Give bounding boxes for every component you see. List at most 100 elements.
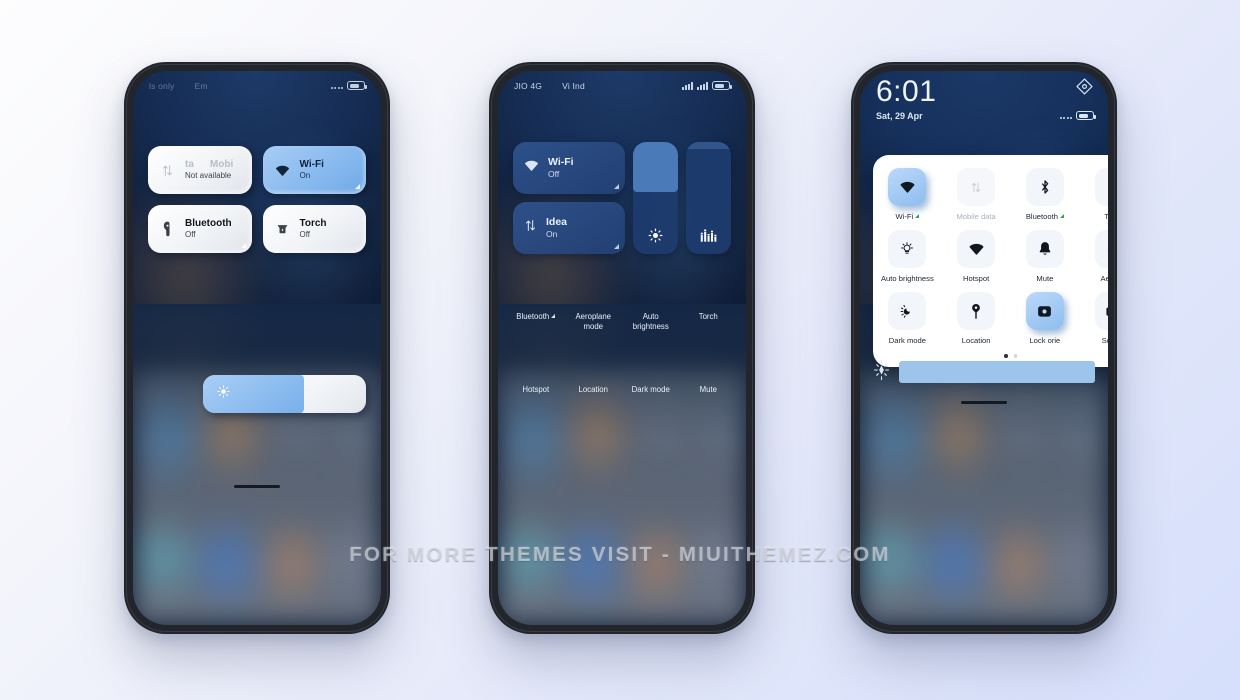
notification-card[interactable] [873,357,1102,387]
tile-wifi-label: Wi-Fi [896,212,920,221]
bell-icon [1025,230,1064,268]
home-indicator [234,485,280,488]
bluetooth-icon [1025,168,1064,206]
battery-icon [347,81,367,90]
phone-3: 6:01 Sat, 29 Apr Wi-Fi Mobile data Bluet… [851,62,1117,634]
home-indicator [961,401,1007,404]
tile-mobile-data-title-a: ta [185,158,194,170]
tile-mobile-data-label: Mobile data [956,212,996,221]
phone-2-screen: JIO 4G Vi Ind 6:02 Sat, 29 Apr [498,71,746,625]
torch-icon [274,222,291,237]
tile-mobile-data[interactable]: ta Mobi Not available [148,146,252,194]
status-carrier-2: Vi Ind [562,80,585,91]
tile-location[interactable]: Location [942,292,1011,345]
lock-orientation-icon [1025,292,1064,330]
tile-torch[interactable]: Torch Off [262,205,366,253]
tile-wifi-subtitle: On [299,171,311,181]
tile-wifi[interactable]: Wi-Fi [873,168,942,221]
tile-bluetooth-title: Bluetooth [185,217,232,229]
tile-wifi-subtitle: Off [548,169,560,180]
tile-screen-recorder[interactable]: Screen [1079,292,1108,345]
hotspot-icon [957,230,996,268]
battery-icon [1076,111,1096,120]
wifi-icon [888,168,927,206]
tile-torch-label: Torch [1104,212,1108,221]
tile-mute[interactable]: Mute [1011,230,1080,283]
tile-row-2: Auto brightness Hotspot Mute Ae [873,230,1108,283]
tile-location-label: Location [578,385,608,394]
tile-torch[interactable]: Torch [1079,168,1108,221]
tile-mobile-data[interactable]: Mobile data [942,168,1011,221]
tile-dark-mode[interactable]: Dark mode [873,292,942,345]
aeroplane-icon [1094,230,1108,268]
location-pin-icon [957,292,996,330]
phone-1: ls only Em 6:01 Saturday, 29 April [124,62,390,634]
auto-brightness-icon [888,230,927,268]
wifi-icon [274,164,291,177]
tile-wifi-title: Wi-Fi [299,158,324,170]
tile-torch-subtitle: Off [299,230,311,240]
tile-dark-mode-label: Dark mode [888,336,926,345]
tile-torch-label: Torch [698,312,718,321]
tile-aeroplane-mode[interactable]: Aeropla [1079,230,1108,283]
signal-dots-icon [1059,112,1072,119]
tile-mobile-data-title: Idea [546,215,568,228]
phone-3-screen: 6:01 Sat, 29 Apr Wi-Fi Mobile data Bluet… [860,71,1108,625]
tile-mobile-data[interactable]: Idea On [513,202,625,254]
tile-wifi-title: Wi-Fi [548,155,574,168]
tile-auto-brightness-label: Auto brightness [880,274,934,283]
tile-hotspot-label: Hotspot [522,385,550,394]
tile-bluetooth-label: Bluetooth [516,312,556,322]
torch-icon [1094,168,1108,206]
expand-wedge-icon [1059,214,1064,218]
expand-corner-icon[interactable] [614,184,619,189]
tile-auto-brightness[interactable]: Auto brightness [873,230,942,283]
brightness-slider[interactable] [633,142,678,254]
diamond-gear-icon[interactable] [1075,78,1094,100]
tile-wifi[interactable]: Wi-Fi On [262,146,366,194]
tile-row-1: Wi-Fi Mobile data Bluetooth T [873,168,1108,221]
tile-hotspot[interactable]: Hotspot [942,230,1011,283]
signal-bars-icon [682,81,693,90]
tile-lock-orientation[interactable]: Lock orie [1011,292,1080,345]
brightness-slider[interactable] [203,374,366,413]
expand-corner-icon[interactable] [355,184,360,189]
tile-lock-orientation-label: Lock orie [1029,336,1061,345]
expand-wedge-icon [551,314,556,318]
tile-bluetooth[interactable]: Bluetooth [1011,168,1080,221]
tile-bluetooth[interactable]: Bluetooth Off [148,205,252,253]
battery-icon [712,81,732,90]
expand-corner-icon[interactable] [614,244,619,249]
tile-wifi[interactable]: Wi-Fi Off [513,142,625,194]
status-carrier-1: ls only [149,80,175,91]
dark-mode-icon [888,292,927,330]
quick-settings-panel: Wi-Fi Mobile data Bluetooth T Auto brigh… [873,155,1108,367]
notification-placeholder-bar [899,361,1095,383]
data-arrows-icon [957,168,996,206]
tile-bluetooth-subtitle: Off [185,230,196,240]
phone-1-screen: ls only Em 6:01 Saturday, 29 April [133,71,381,625]
tile-mobile-data-title-b: Mobi [209,158,234,170]
expand-corner-icon[interactable] [240,243,246,248]
tile-aeroplane-mode-label: Aeropla [1100,274,1108,283]
status-bar: ls only Em [133,71,381,93]
scene: ls only Em 6:01 Saturday, 29 April [0,0,1240,700]
tile-location-label: Location [961,336,991,345]
signal-dots-icon [330,82,343,89]
brightness-star-icon [873,359,890,386]
tile-mute-label: Mute [699,385,717,394]
tile-hotspot-label: Hotspot [963,274,990,283]
tile-aeroplane-mode-label: Aeroplane mode [575,312,612,331]
status-carrier-2: Em [194,80,208,91]
sun-icon [217,384,230,403]
tile-auto-brightness-label: Auto brightness [632,312,669,331]
volume-slider[interactable] [686,142,731,254]
equalizer-icon [686,228,731,254]
clock-header: 6:01 Sat, 29 Apr [860,71,1108,121]
sun-icon [633,228,678,254]
tile-bluetooth-label: Bluetooth [1026,212,1064,221]
status-carrier-1: JIO 4G [514,80,543,91]
wifi-icon [524,159,539,177]
video-camera-icon [1094,292,1108,330]
data-arrows-icon [159,163,176,178]
